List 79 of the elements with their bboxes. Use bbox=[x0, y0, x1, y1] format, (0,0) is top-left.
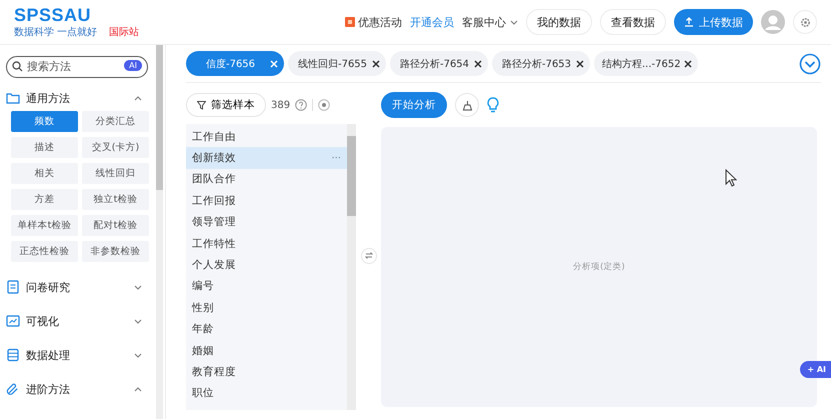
section-header[interactable]: 数据处理 bbox=[6, 338, 148, 372]
swap-button[interactable] bbox=[360, 248, 376, 264]
method-button[interactable]: 交叉(卡方) bbox=[82, 137, 149, 158]
help-icon[interactable] bbox=[295, 99, 308, 111]
method-button[interactable]: 线性回归 bbox=[82, 163, 149, 184]
method-button[interactable]: 频数 bbox=[11, 111, 78, 132]
variable-item[interactable]: 工作回报 bbox=[186, 190, 347, 212]
variable-item[interactable]: 领导管理 bbox=[186, 212, 347, 233]
variable-item[interactable]: 年龄 bbox=[186, 318, 347, 340]
ai-badge: AI bbox=[124, 60, 142, 71]
swap-icon bbox=[364, 252, 372, 259]
filter-icon bbox=[197, 100, 206, 110]
analysis-tab[interactable]: 路径分析-7654 bbox=[390, 51, 488, 76]
section-header[interactable]: 可视化 bbox=[6, 304, 148, 338]
close-icon[interactable] bbox=[372, 60, 380, 68]
chevron-down-icon bbox=[510, 20, 518, 24]
upload-data-button[interactable]: 上传数据 bbox=[674, 9, 753, 35]
method-button[interactable]: 配对t检验 bbox=[82, 215, 149, 236]
analysis-tab[interactable]: 线性回归-7655 bbox=[288, 51, 386, 76]
slogan: 数据科学 一点就好 bbox=[14, 27, 98, 38]
document-icon bbox=[6, 280, 20, 294]
variable-item[interactable]: 创新绩效 ··· bbox=[186, 147, 347, 169]
variable-item[interactable]: 个人发展 bbox=[186, 254, 347, 276]
my-data-button[interactable]: 我的数据 bbox=[526, 9, 592, 35]
intl-site-link[interactable]: 国际站 bbox=[109, 27, 140, 38]
line-chart-icon bbox=[6, 314, 20, 328]
start-analysis-button[interactable]: 开始分析 bbox=[381, 92, 447, 118]
drop-zone-label: 分析项(定类) bbox=[573, 261, 625, 273]
membership-link[interactable]: 开通会员 bbox=[410, 14, 454, 30]
close-icon[interactable] bbox=[684, 60, 692, 68]
variable-item[interactable]: 工作特性 bbox=[186, 232, 347, 254]
promo-link[interactable]: 优惠活动 bbox=[358, 14, 402, 30]
variable-item[interactable]: 编号 bbox=[186, 276, 347, 298]
variable-item[interactable]: 性别 bbox=[186, 297, 347, 319]
expand-tabs-icon[interactable] bbox=[799, 52, 821, 74]
broom-icon bbox=[462, 100, 472, 110]
method-button[interactable]: 相关 bbox=[11, 163, 78, 184]
clear-button[interactable] bbox=[455, 93, 479, 117]
variable-item[interactable]: 婚姻 bbox=[186, 340, 347, 362]
method-button[interactable]: 分类汇总 bbox=[82, 111, 149, 132]
scrollbar[interactable] bbox=[156, 45, 163, 419]
method-button[interactable]: 独立t检验 bbox=[82, 189, 149, 210]
variable-item[interactable]: 教育程度 bbox=[186, 361, 347, 383]
filter-samples-button[interactable]: 筛选样本 bbox=[186, 93, 266, 117]
method-button[interactable]: 方差 bbox=[11, 189, 78, 210]
settings-button[interactable] bbox=[793, 10, 817, 34]
lightbulb-icon[interactable] bbox=[487, 97, 499, 113]
method-button[interactable]: 描述 bbox=[11, 137, 78, 158]
ai-assistant-button[interactable]: + AI bbox=[800, 361, 831, 378]
scrollbar-thumb[interactable] bbox=[347, 136, 356, 216]
close-icon[interactable] bbox=[576, 60, 584, 68]
search-icon bbox=[12, 60, 23, 72]
variable-item[interactable]: 工作自由 bbox=[186, 126, 347, 148]
analysis-tab[interactable]: 信度-7656 bbox=[186, 51, 284, 76]
variable-item[interactable]: 团队合作 bbox=[186, 168, 347, 190]
logo-text[interactable]: SPSSAU bbox=[14, 6, 140, 24]
database-icon bbox=[6, 348, 20, 362]
section-header[interactable]: 进阶方法 bbox=[6, 372, 148, 406]
target-icon[interactable] bbox=[318, 99, 330, 111]
method-button[interactable]: 非参数检验 bbox=[82, 241, 149, 262]
view-data-button[interactable]: 查看数据 bbox=[600, 9, 666, 35]
cursor-icon bbox=[725, 169, 737, 187]
analysis-tab[interactable]: 路径分析-7653 bbox=[492, 51, 590, 76]
upload-icon bbox=[684, 17, 694, 27]
settings-icon bbox=[800, 16, 810, 28]
gift-icon bbox=[345, 17, 355, 27]
variable-item[interactable]: 职位 bbox=[186, 382, 347, 404]
section-header[interactable]: 通用方法 bbox=[6, 85, 148, 111]
method-button[interactable]: 单样本t检验 bbox=[11, 215, 78, 236]
method-button[interactable]: 正态性检验 bbox=[11, 241, 78, 262]
section-header[interactable]: 问卷研究 bbox=[6, 270, 148, 304]
scrollbar[interactable] bbox=[347, 124, 356, 410]
scrollbar-thumb[interactable] bbox=[156, 45, 163, 190]
analysis-tab[interactable]: 结构方程...-7652 bbox=[594, 51, 698, 76]
sample-count: 389 bbox=[271, 100, 290, 110]
folder-icon bbox=[6, 91, 20, 105]
support-menu[interactable]: 客服中心 bbox=[462, 14, 518, 30]
paperclip-icon bbox=[6, 382, 20, 396]
close-icon[interactable] bbox=[474, 60, 482, 68]
